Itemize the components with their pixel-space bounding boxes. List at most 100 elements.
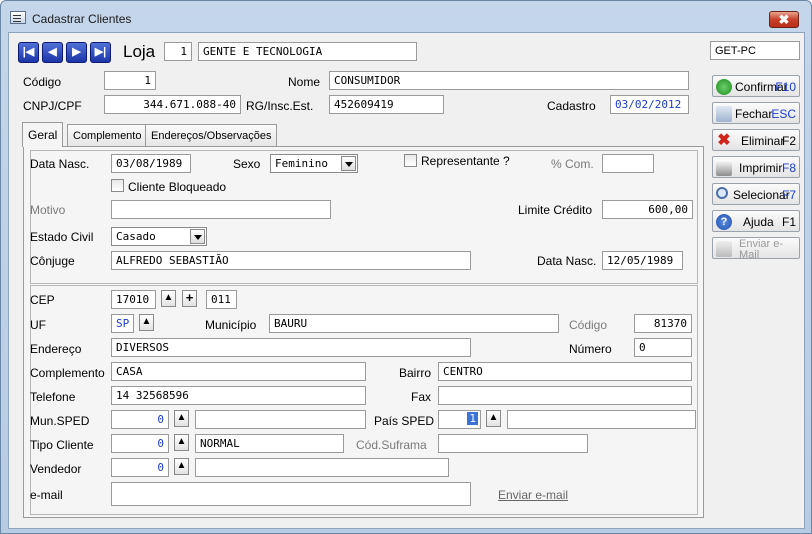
- tipo-cliente-lookup-up-icon[interactable]: ▲: [174, 434, 189, 451]
- bloqueado-label: Cliente Bloqueado: [128, 180, 227, 194]
- tipo-cliente-field[interactable]: 0: [111, 434, 169, 453]
- cep-label: CEP: [30, 293, 55, 307]
- bairro-field[interactable]: CENTRO: [438, 362, 692, 381]
- suframa-label: Cód.Suframa: [356, 438, 427, 452]
- delete-button[interactable]: ✖ Eliminar F2: [712, 129, 800, 151]
- municipio-label: Município: [205, 318, 257, 332]
- nome-field[interactable]: CONSUMIDOR: [329, 71, 689, 90]
- representante-checkbox[interactable]: [404, 154, 417, 167]
- window: Cadastrar Clientes ✖ |◀ ◀ ▶ ▶| Loja 1 GE…: [0, 0, 812, 534]
- conjuge-field[interactable]: ALFREDO SEBASTIÃO: [111, 251, 471, 270]
- limite-field[interactable]: 600,00: [602, 200, 693, 219]
- sexo-label: Sexo: [233, 157, 261, 171]
- chevron-down-icon[interactable]: [190, 229, 205, 244]
- cep-add-plus-icon[interactable]: +: [182, 290, 197, 307]
- email-field[interactable]: [111, 482, 471, 506]
- cnpj-field[interactable]: 344.671.088-40: [104, 95, 241, 114]
- last-record-button[interactable]: ▶|: [90, 42, 111, 63]
- window-icon: [10, 11, 26, 24]
- estado-civil-label: Estado Civil: [30, 230, 94, 244]
- telefone-field[interactable]: 14 32568596: [111, 386, 366, 405]
- next-record-button[interactable]: ▶: [66, 42, 87, 63]
- nome-label: Nome: [288, 75, 321, 89]
- codigo-label: Código: [23, 75, 62, 89]
- numero-label: Número: [569, 342, 612, 356]
- close-button[interactable]: ✖: [769, 11, 799, 28]
- tab-complemento[interactable]: Complemento: [67, 124, 148, 146]
- pais-sped-field[interactable]: 1: [438, 410, 481, 429]
- telefone-label: Telefone: [30, 390, 76, 404]
- loja-label: Loja: [123, 42, 156, 61]
- first-record-button[interactable]: |◀: [18, 42, 39, 63]
- loja-name-field[interactable]: GENTE E TECNOLOGIA: [198, 42, 417, 61]
- tab-enderecos[interactable]: Endereços/Observações: [145, 124, 278, 146]
- cep-field-1[interactable]: 17010: [111, 290, 156, 309]
- codigo-field[interactable]: 1: [104, 71, 156, 90]
- endereco-label: Endereço: [30, 342, 82, 356]
- vendedor-lookup-up-icon[interactable]: ▲: [174, 458, 189, 475]
- pais-sped-lookup-up-icon[interactable]: ▲: [486, 410, 501, 427]
- motivo-label: Motivo: [30, 203, 66, 217]
- rg-label: RG/Insc.Est.: [246, 99, 314, 113]
- magnifier-icon: [716, 187, 728, 199]
- municipio-field[interactable]: BAURU: [269, 314, 559, 333]
- codigo-municipio-label: Código: [569, 318, 608, 332]
- title-bar: Cadastrar Clientes ✖: [1, 1, 811, 31]
- close-doc-icon: [716, 106, 732, 122]
- mun-sped-desc-field: [195, 410, 366, 429]
- data-nasc-label: Data Nasc.: [30, 157, 90, 171]
- bloqueado-checkbox[interactable]: [111, 179, 124, 192]
- pais-sped-label: País SPED: [374, 414, 435, 428]
- mun-sped-lookup-up-icon[interactable]: ▲: [174, 410, 189, 427]
- tab-geral[interactable]: Geral: [22, 122, 64, 147]
- com-label: % Com.: [551, 157, 594, 171]
- numero-field[interactable]: 0: [634, 338, 692, 357]
- cnpj-label: CNPJ/CPF: [23, 99, 82, 113]
- cadastro-field[interactable]: 03/02/2012: [610, 95, 689, 114]
- mun-sped-field[interactable]: 0: [111, 410, 169, 429]
- uf-lookup-up-icon[interactable]: ▲: [139, 314, 154, 331]
- estado-civil-select[interactable]: Casado: [111, 227, 207, 246]
- codigo-municipio-field[interactable]: 81370: [634, 314, 692, 333]
- mun-sped-label: Mun.SPED: [30, 414, 90, 428]
- uf-field[interactable]: SP: [111, 314, 134, 333]
- delete-x-icon: ✖: [717, 132, 731, 149]
- pais-sped-desc-field: [507, 410, 696, 429]
- loja-number-field[interactable]: 1: [164, 42, 192, 61]
- tipo-cliente-label: Tipo Cliente: [30, 438, 94, 452]
- fax-field[interactable]: [438, 386, 692, 405]
- chevron-down-icon[interactable]: [341, 156, 356, 171]
- motivo-field[interactable]: [111, 200, 331, 219]
- fax-label: Fax: [411, 390, 432, 404]
- complemento-field[interactable]: CASA: [111, 362, 366, 381]
- send-email-link[interactable]: Enviar e-mail: [498, 488, 568, 502]
- conjuge-label: Cônjuge: [30, 254, 75, 268]
- com-field[interactable]: [602, 154, 654, 173]
- confirm-button[interactable]: Confirmar F10: [712, 75, 800, 97]
- help-button[interactable]: ? Ajuda F1: [712, 210, 800, 232]
- send-email-icon: [716, 241, 732, 257]
- print-button[interactable]: Imprimir F8: [712, 156, 800, 178]
- suframa-field[interactable]: [438, 434, 588, 453]
- select-button[interactable]: Selecionar F7: [712, 183, 800, 205]
- vendedor-field[interactable]: 0: [111, 458, 169, 477]
- vendedor-label: Vendedor: [30, 462, 82, 476]
- last-icon: ▶|: [94, 46, 107, 58]
- endereco-field[interactable]: DIVERSOS: [111, 338, 471, 357]
- data-nasc-field[interactable]: 03/08/1989: [111, 154, 191, 173]
- next-icon: ▶: [72, 46, 81, 58]
- conj-nasc-label: Data Nasc.: [537, 254, 597, 268]
- close-form-button[interactable]: Fechar ESC: [712, 102, 800, 124]
- representante-label: Representante ?: [421, 154, 510, 168]
- cep-lookup-up-icon[interactable]: ▲: [161, 290, 176, 307]
- sexo-select[interactable]: Feminino: [270, 154, 358, 173]
- rg-field[interactable]: 452609419: [329, 95, 444, 114]
- conj-nasc-field[interactable]: 12/05/1989: [602, 251, 683, 270]
- cep-field-2[interactable]: 011: [206, 290, 237, 309]
- previous-icon: ◀: [48, 46, 57, 58]
- previous-record-button[interactable]: ◀: [42, 42, 63, 63]
- tipo-cliente-desc-field: NORMAL: [195, 434, 344, 453]
- window-title: Cadastrar Clientes: [32, 12, 132, 26]
- send-email-button[interactable]: Enviar e-Mail: [712, 237, 800, 261]
- tab-panel-geral: Data Nasc. 03/08/1989 Sexo Feminino Repr…: [23, 146, 704, 518]
